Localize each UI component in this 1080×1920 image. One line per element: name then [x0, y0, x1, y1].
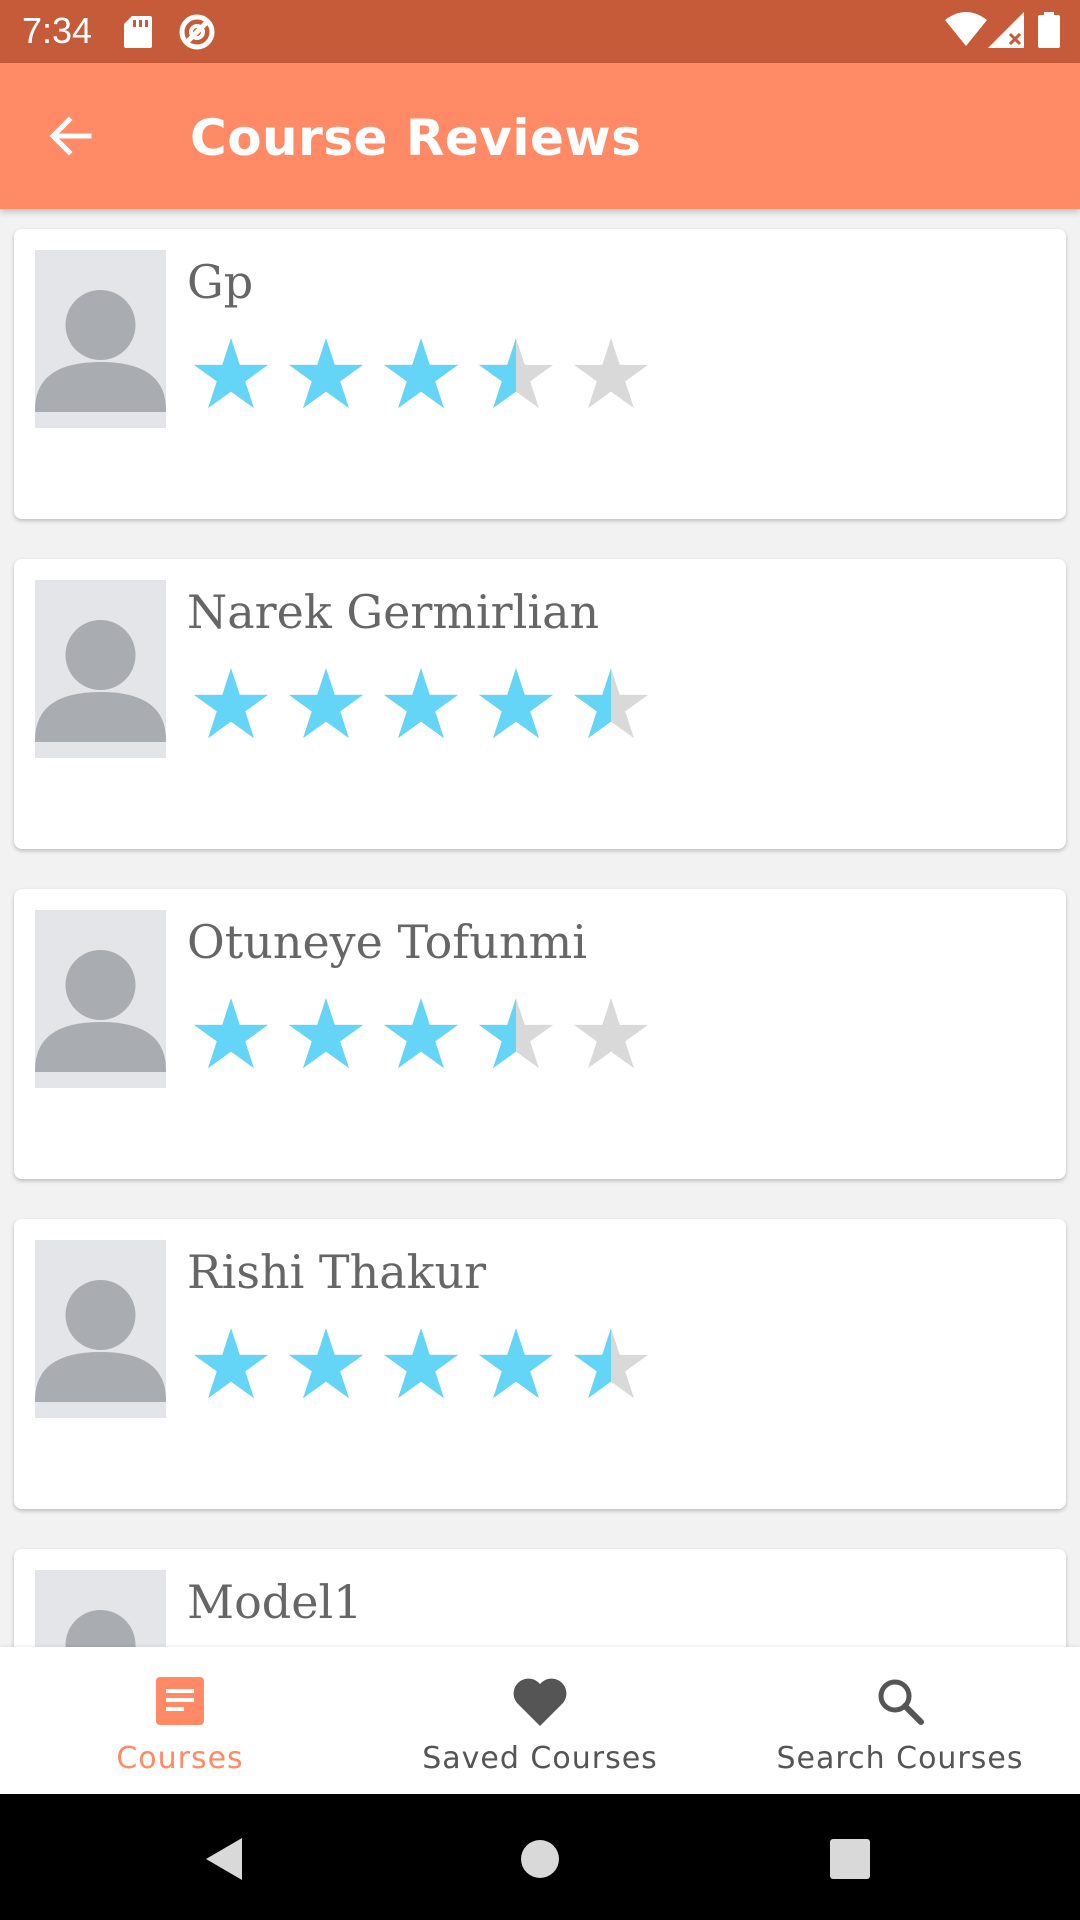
- person-icon: [35, 1280, 166, 1402]
- star-icon: [382, 995, 460, 1078]
- person-icon: [65, 1610, 136, 1647]
- rating-stars: [192, 995, 650, 1078]
- star-icon: [287, 995, 365, 1078]
- back-button[interactable]: [36, 103, 106, 173]
- wifi-icon: [945, 12, 987, 51]
- review-list[interactable]: Gp Narek Germirlian Otuneye Tofunmi Rish…: [0, 209, 1080, 1647]
- review-card[interactable]: Rishi Thakur: [14, 1219, 1066, 1509]
- reviewer-name: Model1: [187, 1575, 363, 1629]
- home-circle-icon[interactable]: [505, 1824, 575, 1894]
- nav-item-saved-courses[interactable]: Saved Courses: [360, 1647, 720, 1794]
- star-icon: [192, 665, 270, 748]
- review-card[interactable]: Otuneye Tofunmi: [14, 889, 1066, 1179]
- avatar: [35, 1570, 166, 1647]
- list-icon: [152, 1673, 208, 1729]
- star-icon: [287, 335, 365, 418]
- star-icon: [477, 335, 555, 418]
- recents-square-icon[interactable]: [815, 1824, 885, 1894]
- star-icon: [477, 1325, 555, 1408]
- star-icon: [382, 1325, 460, 1408]
- nav-label: Courses: [116, 1741, 244, 1776]
- sd-card-icon: [124, 16, 152, 53]
- star-icon: [572, 995, 650, 1078]
- nav-item-search-courses[interactable]: Search Courses: [720, 1647, 1080, 1794]
- avatar: [35, 250, 166, 428]
- rating-stars: [192, 1325, 650, 1408]
- review-card[interactable]: Narek Germirlian: [14, 559, 1066, 849]
- avatar: [35, 1240, 166, 1418]
- reviewer-name: Otuneye Tofunmi: [187, 915, 587, 969]
- app-bar: Course Reviews: [0, 63, 1080, 209]
- signal-icon: [988, 12, 1024, 53]
- star-icon: [477, 995, 555, 1078]
- no-tracking-icon: [178, 13, 216, 56]
- review-card[interactable]: Gp: [14, 229, 1066, 519]
- star-icon: [287, 665, 365, 748]
- heart-icon: [512, 1673, 568, 1729]
- person-icon: [35, 620, 166, 742]
- star-icon: [192, 335, 270, 418]
- reviewer-name: Narek Germirlian: [187, 585, 600, 639]
- star-icon: [572, 335, 650, 418]
- back-triangle-icon[interactable]: [190, 1824, 260, 1894]
- person-icon: [35, 950, 166, 1072]
- rating-stars: [192, 335, 650, 418]
- nav-label: Search Courses: [776, 1741, 1024, 1776]
- reviewer-name: Gp: [187, 255, 254, 309]
- reviewer-name: Rishi Thakur: [187, 1245, 487, 1299]
- rating-stars: [192, 665, 650, 748]
- system-navigation-bar: [0, 1794, 1080, 1920]
- star-icon: [572, 665, 650, 748]
- bottom-navigation: Courses Saved Courses Search Courses: [0, 1647, 1080, 1794]
- avatar: [35, 910, 166, 1088]
- page-title: Course Reviews: [190, 109, 642, 167]
- nav-item-courses[interactable]: Courses: [0, 1647, 360, 1794]
- arrow-back-icon: [47, 112, 95, 165]
- star-icon: [287, 1325, 365, 1408]
- status-time: 7:34: [22, 10, 93, 51]
- star-icon: [382, 335, 460, 418]
- star-icon: [477, 665, 555, 748]
- star-icon: [192, 1325, 270, 1408]
- person-icon: [35, 290, 166, 412]
- nav-label: Saved Courses: [422, 1741, 658, 1776]
- search-icon: [872, 1673, 928, 1729]
- status-bar: 7:34: [0, 0, 1080, 63]
- star-icon: [572, 1325, 650, 1408]
- star-icon: [192, 995, 270, 1078]
- review-card[interactable]: Model1: [14, 1549, 1066, 1647]
- star-icon: [382, 665, 460, 748]
- avatar: [35, 580, 166, 758]
- battery-icon: [1038, 12, 1060, 53]
